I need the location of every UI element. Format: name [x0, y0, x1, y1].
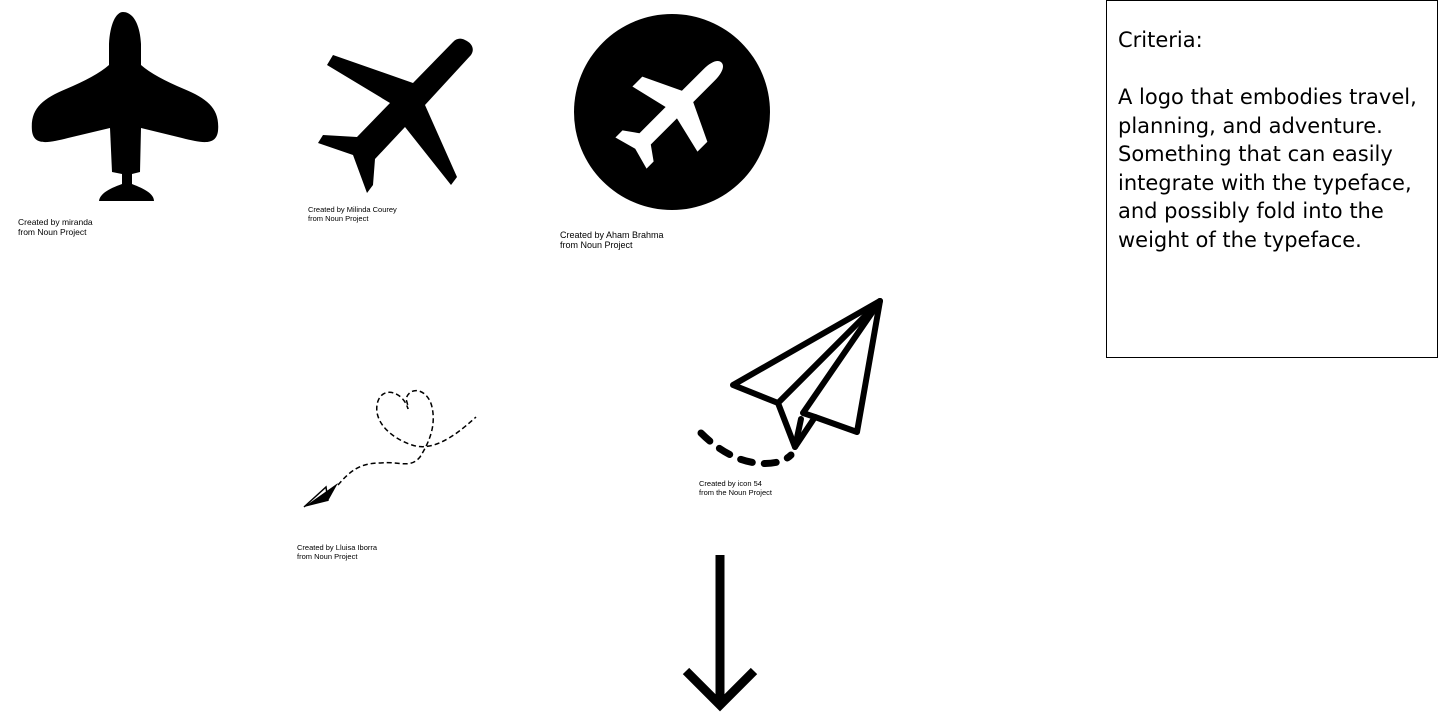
credit-aham-brahma: Created by Aham Brahma from Noun Project [560, 230, 664, 250]
credit-line-source: from Noun Project [18, 227, 87, 237]
credit-line-source: from Noun Project [297, 551, 358, 561]
credit-line-source: from Noun Project [560, 240, 633, 250]
airplane-silhouette-icon [30, 10, 220, 204]
credit-line-source: from the Noun Project [699, 487, 772, 497]
airplane-diagonal-icon [315, 35, 480, 200]
airplane-circle-icon [572, 12, 772, 212]
criteria-box: Criteria: A logo that embodies travel, p… [1106, 0, 1438, 358]
criteria-body: A logo that embodies travel, planning, a… [1118, 85, 1417, 252]
credit-icon-54: Created by icon 54 from the Noun Project [699, 479, 772, 497]
paper-plane-outline-icon [695, 295, 890, 470]
credit-milinda-courey: Created by Milinda Courey from Noun Proj… [308, 205, 397, 223]
credit-miranda: Created by miranda from Noun Project [18, 217, 93, 237]
credit-line-source: from Noun Project [308, 213, 369, 223]
criteria-heading: Criteria: [1118, 28, 1203, 52]
credit-line-author: Created by miranda [18, 217, 93, 227]
credit-lluisa-iborra: Created by Lluisa Iborra from Noun Proje… [297, 543, 377, 561]
arrow-down-icon [680, 553, 760, 713]
paper-plane-heart-trail-icon [300, 385, 480, 515]
credit-line-author: Created by Aham Brahma [560, 230, 664, 240]
